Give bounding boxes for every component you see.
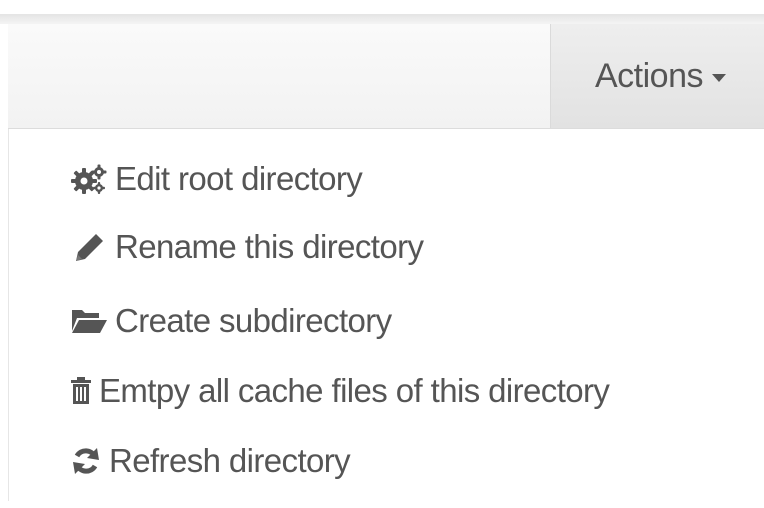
menu-item-label: Rename this directory <box>115 228 424 265</box>
navbar: Actions <box>8 24 764 129</box>
page: Actions Edit root directory Rename this … <box>0 0 764 508</box>
menu-item-label: Refresh directory <box>109 442 351 479</box>
top-divider <box>0 14 764 24</box>
cogs-icon <box>67 159 111 199</box>
trash-icon <box>67 371 95 411</box>
menu-item-create-subdirectory[interactable]: Create subdirectory <box>67 293 392 349</box>
folder-open-icon <box>67 301 111 341</box>
actions-label: Actions <box>595 56 704 95</box>
menu-item-label: Edit root directory <box>115 160 363 197</box>
menu-item-edit-root-directory[interactable]: Edit root directory <box>67 151 363 207</box>
menu-item-label: Create subdirectory <box>115 302 392 339</box>
caret-down-icon <box>712 74 726 82</box>
actions-dropdown-menu: Edit root directory Rename this director… <box>8 129 764 501</box>
pencil-icon <box>67 227 111 267</box>
actions-dropdown-button[interactable]: Actions <box>550 24 764 128</box>
menu-item-rename-directory[interactable]: Rename this directory <box>67 219 424 275</box>
menu-item-empty-cache[interactable]: Emtpy all cache files of this directory <box>67 363 610 419</box>
menu-item-label: Emtpy all cache files of this directory <box>99 372 610 409</box>
menu-item-refresh-directory[interactable]: Refresh directory <box>67 433 351 489</box>
refresh-icon <box>67 441 105 481</box>
